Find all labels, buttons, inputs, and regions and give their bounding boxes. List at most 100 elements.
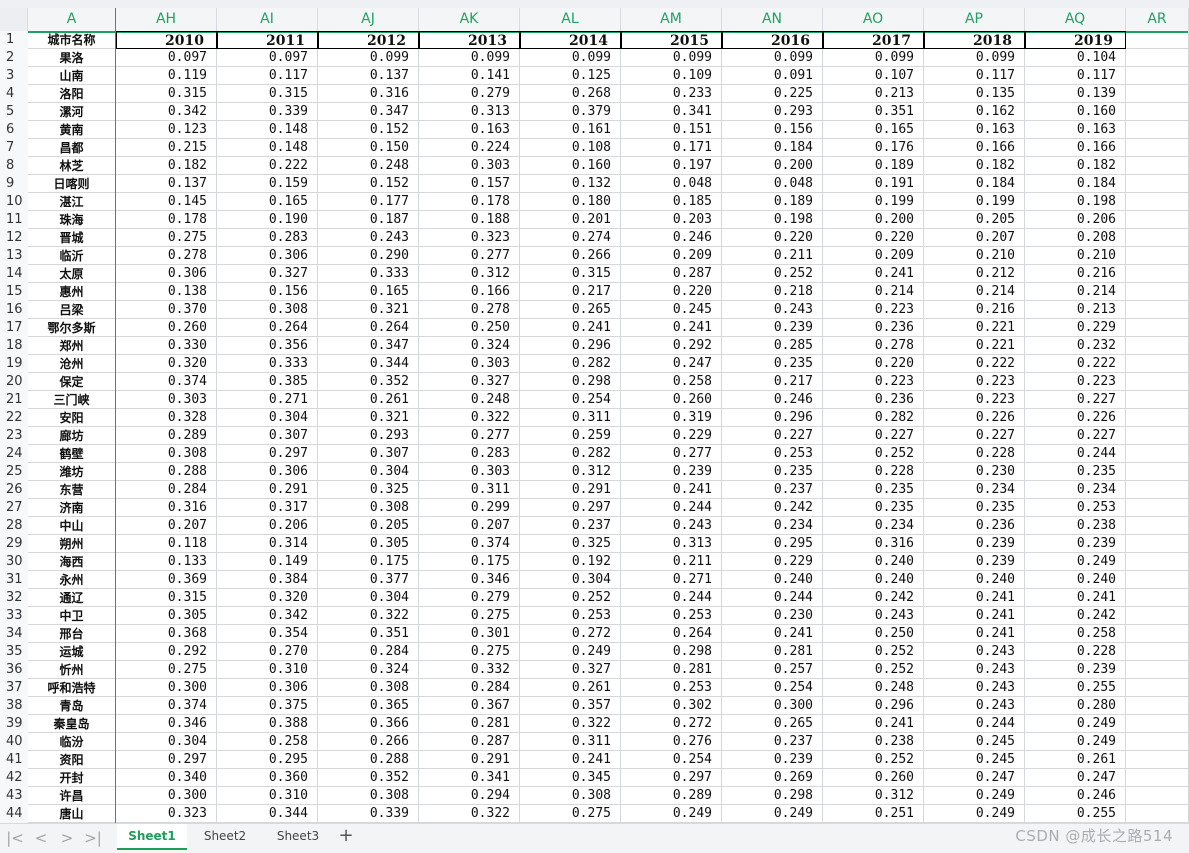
value-cell[interactable]: 0.223	[823, 301, 924, 319]
value-cell[interactable]: 0.306	[116, 265, 217, 283]
value-cell[interactable]: 0.370	[116, 301, 217, 319]
value-cell[interactable]: 0.279	[419, 85, 520, 103]
empty-cell[interactable]	[1126, 31, 1189, 49]
value-cell[interactable]: 0.327	[520, 661, 621, 679]
value-cell[interactable]: 0.152	[318, 121, 419, 139]
value-cell[interactable]: 0.241	[1025, 589, 1126, 607]
value-cell[interactable]: 0.292	[621, 337, 722, 355]
value-cell[interactable]: 0.207	[116, 517, 217, 535]
value-cell[interactable]: 0.254	[621, 751, 722, 769]
value-cell[interactable]: 0.234	[924, 481, 1025, 499]
value-cell[interactable]: 0.182	[924, 157, 1025, 175]
value-cell[interactable]: 0.265	[722, 715, 823, 733]
value-cell[interactable]: 0.235	[823, 499, 924, 517]
value-cell[interactable]: 0.291	[217, 481, 318, 499]
value-cell[interactable]: 0.223	[823, 373, 924, 391]
value-cell[interactable]: 0.374	[419, 535, 520, 553]
value-cell[interactable]: 0.125	[520, 67, 621, 85]
value-cell[interactable]: 0.275	[419, 607, 520, 625]
value-cell[interactable]: 0.340	[116, 769, 217, 787]
value-cell[interactable]: 0.289	[116, 427, 217, 445]
value-cell[interactable]: 0.161	[520, 121, 621, 139]
value-cell[interactable]: 0.227	[924, 427, 1025, 445]
value-cell[interactable]: 0.211	[722, 247, 823, 265]
value-cell[interactable]: 0.254	[520, 391, 621, 409]
value-cell[interactable]: 0.163	[1025, 121, 1126, 139]
value-cell[interactable]: 0.253	[621, 607, 722, 625]
value-cell[interactable]: 0.253	[1025, 499, 1126, 517]
value-cell[interactable]: 0.351	[318, 625, 419, 643]
value-cell[interactable]: 0.217	[722, 373, 823, 391]
empty-cell[interactable]	[1126, 319, 1189, 337]
value-cell[interactable]: 0.223	[1025, 373, 1126, 391]
value-cell[interactable]: 0.207	[419, 517, 520, 535]
value-cell[interactable]: 0.290	[318, 247, 419, 265]
value-cell[interactable]: 0.352	[318, 769, 419, 787]
city-cell[interactable]: 运城	[28, 643, 116, 661]
value-cell[interactable]: 0.237	[520, 517, 621, 535]
value-cell[interactable]: 0.226	[1025, 409, 1126, 427]
value-cell[interactable]: 0.184	[924, 175, 1025, 193]
value-cell[interactable]: 0.275	[116, 229, 217, 247]
value-cell[interactable]: 0.222	[924, 355, 1025, 373]
value-cell[interactable]: 0.321	[318, 301, 419, 319]
header-cell-year[interactable]: 2012	[318, 31, 419, 49]
city-cell[interactable]: 邢台	[28, 625, 116, 643]
value-cell[interactable]: 0.385	[217, 373, 318, 391]
empty-cell[interactable]	[1126, 67, 1189, 85]
value-cell[interactable]: 0.341	[419, 769, 520, 787]
value-cell[interactable]: 0.316	[823, 535, 924, 553]
value-cell[interactable]: 0.246	[1025, 787, 1126, 805]
value-cell[interactable]: 0.306	[217, 679, 318, 697]
value-cell[interactable]: 0.299	[419, 499, 520, 517]
empty-cell[interactable]	[1126, 211, 1189, 229]
value-cell[interactable]: 0.249	[621, 805, 722, 823]
city-cell[interactable]: 日喀则	[28, 175, 116, 193]
city-cell[interactable]: 湛江	[28, 193, 116, 211]
value-cell[interactable]: 0.248	[823, 679, 924, 697]
empty-cell[interactable]	[1126, 301, 1189, 319]
value-cell[interactable]: 0.249	[924, 787, 1025, 805]
value-cell[interactable]: 0.347	[318, 337, 419, 355]
row-header[interactable]: 44	[0, 805, 28, 823]
column-header-ah[interactable]: AH	[116, 8, 217, 31]
value-cell[interactable]: 0.303	[419, 157, 520, 175]
value-cell[interactable]: 0.261	[318, 391, 419, 409]
value-cell[interactable]: 0.241	[924, 625, 1025, 643]
header-cell-year[interactable]: 2014	[520, 31, 621, 49]
value-cell[interactable]: 0.346	[419, 571, 520, 589]
value-cell[interactable]: 0.229	[722, 553, 823, 571]
city-cell[interactable]: 秦皇岛	[28, 715, 116, 733]
value-cell[interactable]: 0.237	[722, 481, 823, 499]
value-cell[interactable]: 0.165	[318, 283, 419, 301]
value-cell[interactable]: 0.291	[520, 481, 621, 499]
value-cell[interactable]: 0.250	[823, 625, 924, 643]
value-cell[interactable]: 0.291	[419, 751, 520, 769]
value-cell[interactable]: 0.215	[116, 139, 217, 157]
value-cell[interactable]: 0.255	[1025, 679, 1126, 697]
value-cell[interactable]: 0.313	[419, 103, 520, 121]
row-header[interactable]: 15	[0, 283, 28, 301]
empty-cell[interactable]	[1126, 445, 1189, 463]
row-header[interactable]: 37	[0, 679, 28, 697]
value-cell[interactable]: 0.239	[1025, 661, 1126, 679]
value-cell[interactable]: 0.238	[1025, 517, 1126, 535]
value-cell[interactable]: 0.221	[924, 319, 1025, 337]
value-cell[interactable]: 0.123	[116, 121, 217, 139]
value-cell[interactable]: 0.182	[116, 157, 217, 175]
value-cell[interactable]: 0.249	[1025, 733, 1126, 751]
row-header[interactable]: 43	[0, 787, 28, 805]
value-cell[interactable]: 0.233	[621, 85, 722, 103]
value-cell[interactable]: 0.253	[621, 679, 722, 697]
value-cell[interactable]: 0.281	[419, 715, 520, 733]
value-cell[interactable]: 0.374	[116, 697, 217, 715]
value-cell[interactable]: 0.357	[520, 697, 621, 715]
value-cell[interactable]: 0.243	[924, 679, 1025, 697]
row-header[interactable]: 3	[0, 67, 28, 85]
value-cell[interactable]: 0.200	[823, 211, 924, 229]
value-cell[interactable]: 0.239	[722, 319, 823, 337]
value-cell[interactable]: 0.342	[116, 103, 217, 121]
value-cell[interactable]: 0.157	[419, 175, 520, 193]
value-cell[interactable]: 0.275	[419, 643, 520, 661]
value-cell[interactable]: 0.265	[520, 301, 621, 319]
